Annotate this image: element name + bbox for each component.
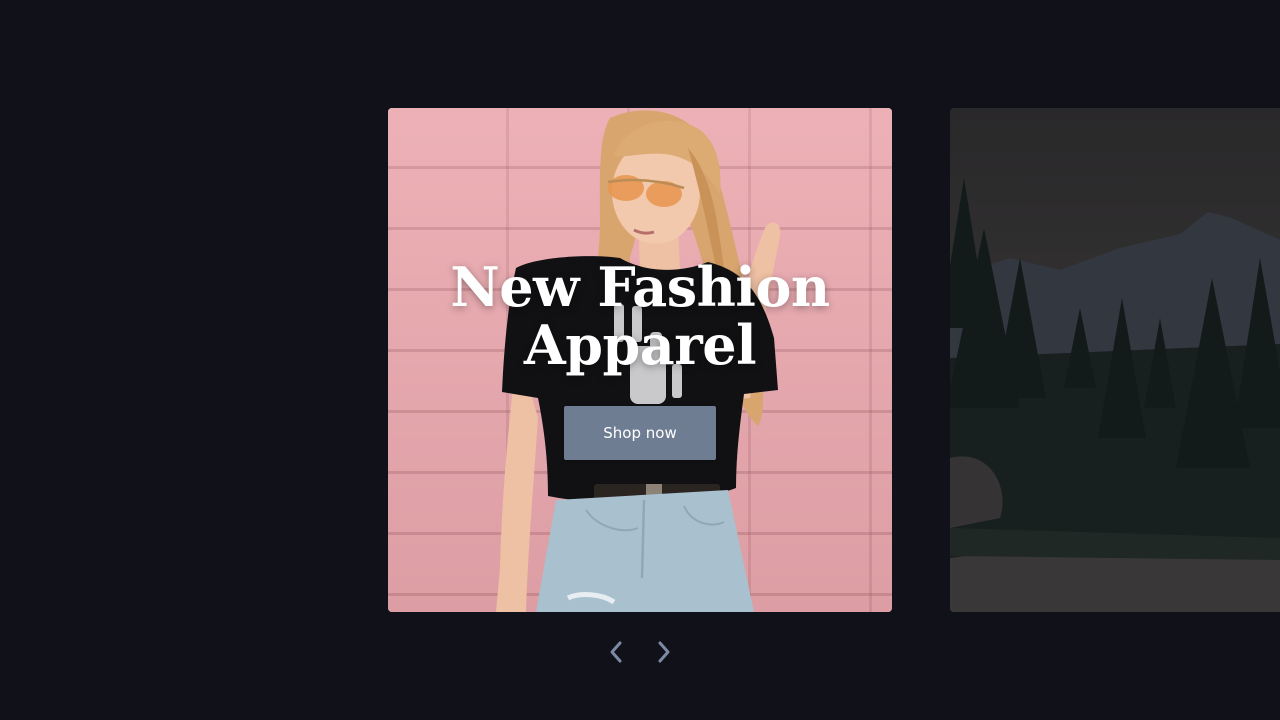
chevron-left-icon bbox=[610, 641, 622, 663]
carousel-stage: New Fashion Apparel Shop now bbox=[0, 0, 1280, 720]
slide-next-overlay bbox=[950, 108, 1280, 612]
slide-title: New Fashion Apparel bbox=[450, 255, 830, 377]
chevron-right-icon bbox=[658, 641, 670, 663]
shop-now-button[interactable]: Shop now bbox=[564, 406, 716, 460]
slide-active: New Fashion Apparel Shop now bbox=[388, 108, 892, 612]
next-slide-button[interactable] bbox=[650, 638, 678, 666]
previous-slide-button[interactable] bbox=[602, 638, 630, 666]
slide-next[interactable] bbox=[950, 108, 1280, 612]
